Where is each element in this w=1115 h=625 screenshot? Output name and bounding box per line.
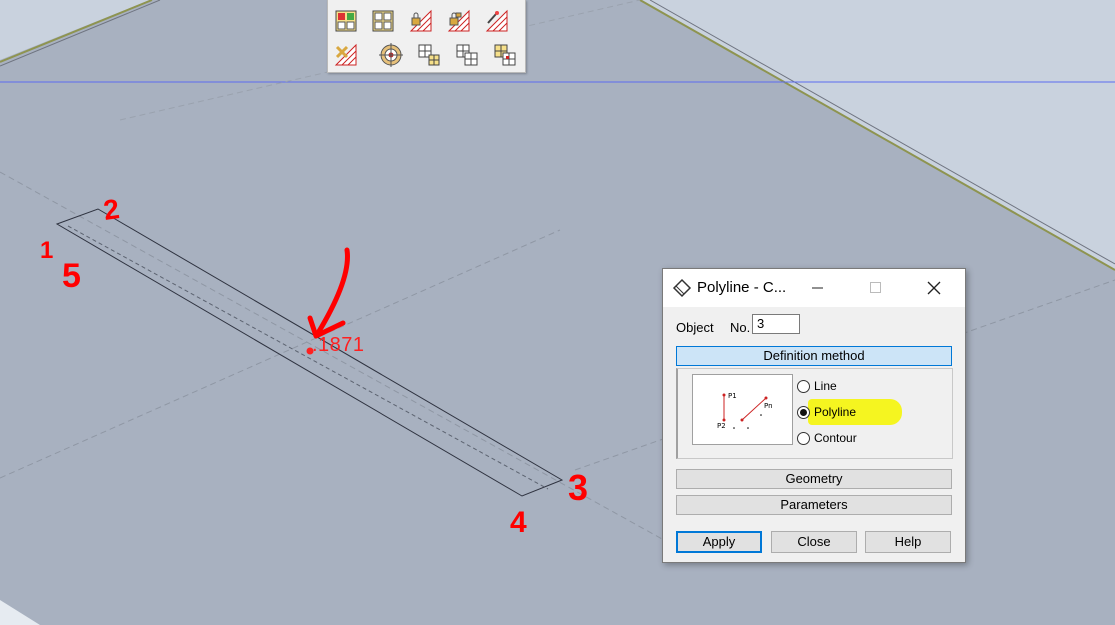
minimize-icon bbox=[812, 287, 823, 289]
polyline-dialog: Polyline - C... Object No. 3 Definition … bbox=[662, 268, 966, 563]
option-polyline[interactable]: Polyline bbox=[797, 403, 856, 421]
preview-p2-label: P2 bbox=[717, 422, 726, 430]
dialog-title: Polyline - C... bbox=[697, 279, 787, 296]
grid-paste-icon[interactable] bbox=[492, 42, 518, 68]
grid-frame-icon[interactable] bbox=[370, 8, 396, 34]
contour-radio[interactable] bbox=[797, 431, 810, 445]
lock-grid-icon[interactable] bbox=[408, 8, 434, 34]
lock-unlock-grid-icon[interactable] bbox=[446, 8, 472, 34]
svg-text:5: 5 bbox=[62, 257, 81, 295]
polyline-radio[interactable] bbox=[797, 405, 810, 419]
object-label: Object bbox=[676, 320, 714, 335]
geometry-button[interactable]: Geometry bbox=[676, 469, 952, 489]
apply-button[interactable]: Apply bbox=[676, 531, 762, 553]
line-radio-label: Line bbox=[814, 379, 837, 393]
contour-radio-label: Contour bbox=[814, 431, 857, 445]
magic-wand-grid-icon[interactable] bbox=[484, 8, 510, 34]
polyline-tool-icon bbox=[672, 278, 692, 298]
number-label: No. bbox=[730, 320, 751, 335]
option-line[interactable]: Line bbox=[797, 377, 837, 395]
object-number-input[interactable]: 3 bbox=[752, 314, 800, 334]
delete-grid-icon[interactable] bbox=[333, 42, 359, 68]
maximize-button[interactable] bbox=[853, 269, 899, 307]
option-contour[interactable]: Contour bbox=[797, 429, 857, 447]
polyline-preview-image: P1 P2 Pn bbox=[692, 374, 793, 445]
definition-method-panel: P1 P2 Pn Line Polyline Contour bbox=[676, 368, 953, 459]
grid-copy-icon[interactable] bbox=[454, 42, 480, 68]
close-icon bbox=[927, 281, 941, 295]
target-crosshair-icon[interactable] bbox=[378, 42, 404, 68]
structure-toolbar bbox=[327, 0, 526, 73]
polyline-radio-label: Polyline bbox=[814, 405, 857, 419]
help-button[interactable]: Help bbox=[865, 531, 951, 553]
dialog-titlebar[interactable]: Polyline - C... bbox=[663, 269, 965, 307]
definition-method-button[interactable]: Definition method bbox=[676, 346, 952, 366]
maximize-icon bbox=[870, 282, 881, 293]
svg-text:3: 3 bbox=[568, 467, 588, 508]
close-button[interactable]: Close bbox=[771, 531, 857, 553]
selection-grid-icon[interactable] bbox=[333, 8, 359, 34]
preview-pn-label: Pn bbox=[764, 402, 773, 410]
node-number-label: .1871 bbox=[312, 334, 365, 356]
parameters-button[interactable]: Parameters bbox=[676, 495, 952, 515]
close-window-button[interactable] bbox=[911, 269, 957, 307]
svg-text:4: 4 bbox=[510, 506, 527, 539]
preview-p1-label: P1 bbox=[728, 392, 737, 400]
line-radio[interactable] bbox=[797, 379, 810, 393]
grid-move-icon[interactable] bbox=[416, 42, 442, 68]
svg-text:1: 1 bbox=[40, 237, 53, 264]
minimize-button[interactable] bbox=[795, 269, 841, 307]
